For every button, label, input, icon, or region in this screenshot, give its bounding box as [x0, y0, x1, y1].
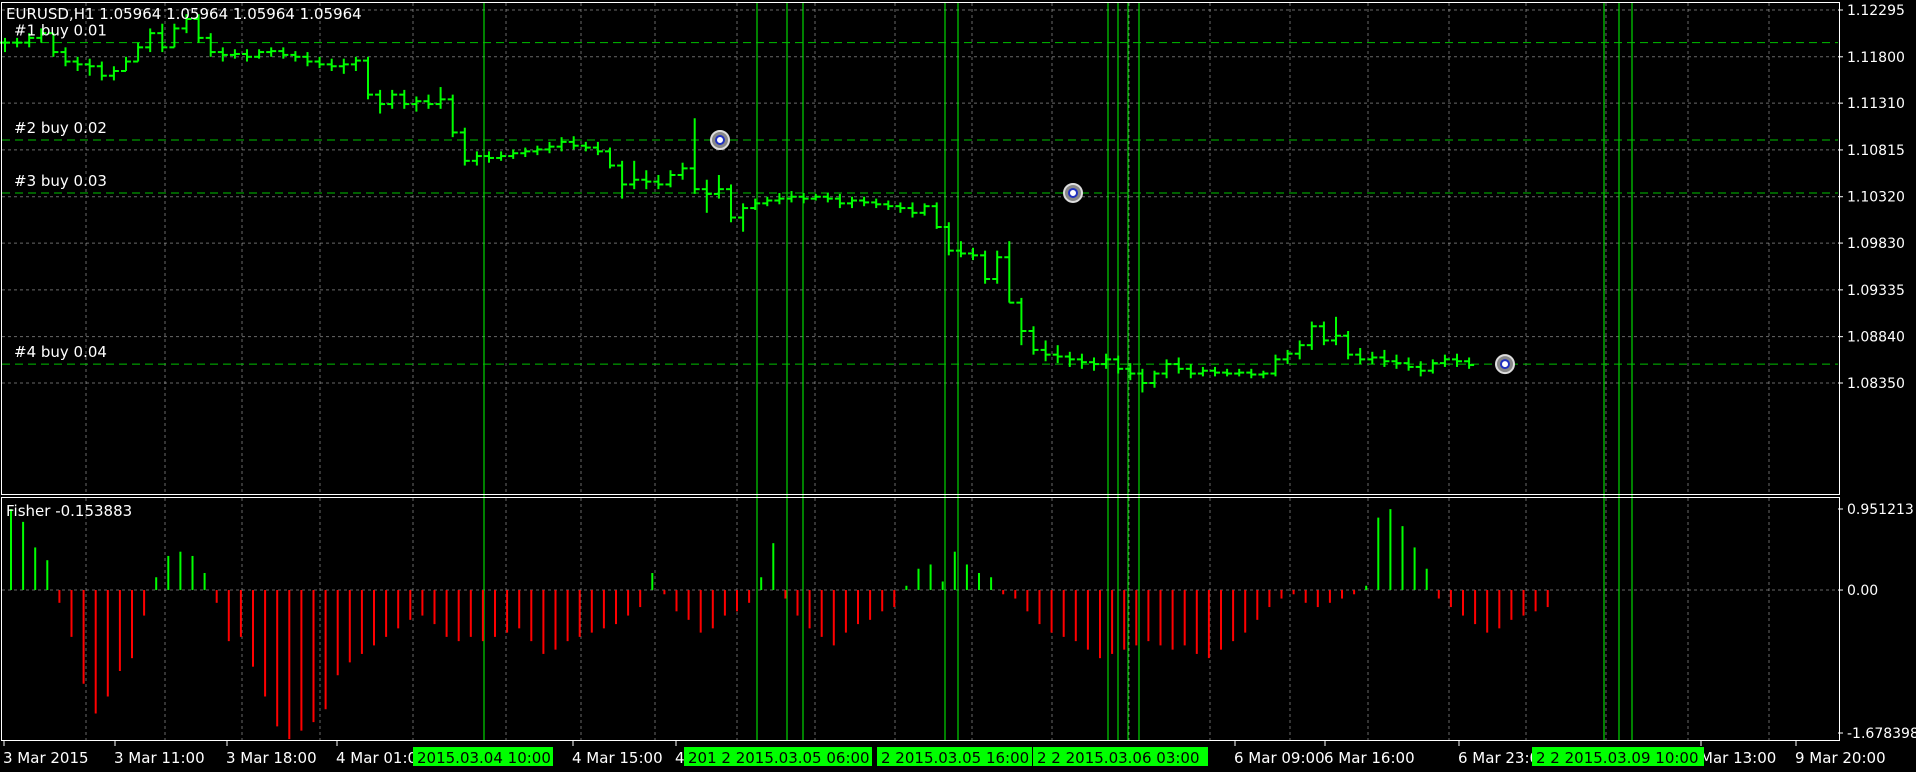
entry-marker-dot: [715, 135, 725, 146]
time-tick-label: 9 Mar 20:00: [1795, 749, 1886, 767]
time-marker-label: 2 2 2015.03.09 10:00: [1536, 749, 1699, 767]
price-tick-label: 1.09335: [1847, 283, 1905, 299]
price-tick-label: 1.08350: [1847, 376, 1905, 392]
entry-marker-dot: [1068, 187, 1078, 198]
price-axis: 1.12295 1.11800 1.11310 1.10815 1.10320 1.098…: [1838, 3, 1905, 392]
chart-window[interactable]: 1.12295 1.11800 1.11310 1.10815 1.10320 1.098…: [0, 0, 1916, 772]
time-tick-label: 3 Mar 2015: [3, 749, 89, 767]
order-label: #1 buy 0.01: [14, 22, 107, 40]
indicator-tick-label: 0.00: [1847, 583, 1878, 599]
time-tick-label: 6 Mar 16:00: [1324, 749, 1415, 767]
time-tick-label: 6 Mar 23:0: [1458, 749, 1539, 767]
order-label: #4 buy 0.04: [14, 343, 107, 361]
time-marker-label: 2015.03.04 10:00: [417, 749, 551, 767]
indicator-title: Fisher -0.153883: [6, 502, 132, 520]
indicator-tick-label: 0.951213: [1847, 502, 1914, 518]
price-tick-label: 1.11800: [1847, 50, 1905, 66]
time-tick-label: 4: [675, 749, 685, 767]
time-tick-label: Mar 13:00: [1700, 749, 1776, 767]
time-tick-label: 3 Mar 11:00: [114, 749, 205, 767]
time-tick-label: 4 Mar 01:0: [336, 749, 417, 767]
time-tick-label: 4 Mar 15:00: [572, 749, 663, 767]
price-tick-label: 1.08840: [1847, 330, 1905, 346]
order-label: #2 buy 0.02: [14, 119, 107, 137]
price-tick-label: 1.09830: [1847, 236, 1905, 252]
price-tick-label: 1.11310: [1847, 96, 1905, 112]
indicator-tick-label: -1.678398: [1847, 726, 1916, 742]
chart-title: EURUSD,H1 1.05964 1.05964 1.05964 1.0596…: [6, 5, 362, 23]
price-tick-label: 1.10815: [1847, 143, 1905, 159]
entry-marker-dot: [1500, 359, 1510, 370]
time-marker-label: 201 2 2015.03.05 06:00: [688, 749, 870, 767]
price-chart[interactable]: 1.12295 1.11800 1.11310 1.10815 1.10320 1.098…: [0, 0, 1916, 772]
price-tick-label: 1.12295: [1847, 3, 1905, 19]
time-marker-label: 2 2 2015.03.06 03:00: [1037, 749, 1200, 767]
time-tick-label: 6 Mar 09:00: [1234, 749, 1325, 767]
time-marker-label: 2 2015.03.05 16:00: [881, 749, 1029, 767]
order-label: #3 buy 0.03: [14, 172, 107, 190]
price-tick-label: 1.10320: [1847, 190, 1905, 206]
time-tick-label: 3 Mar 18:00: [226, 749, 317, 767]
